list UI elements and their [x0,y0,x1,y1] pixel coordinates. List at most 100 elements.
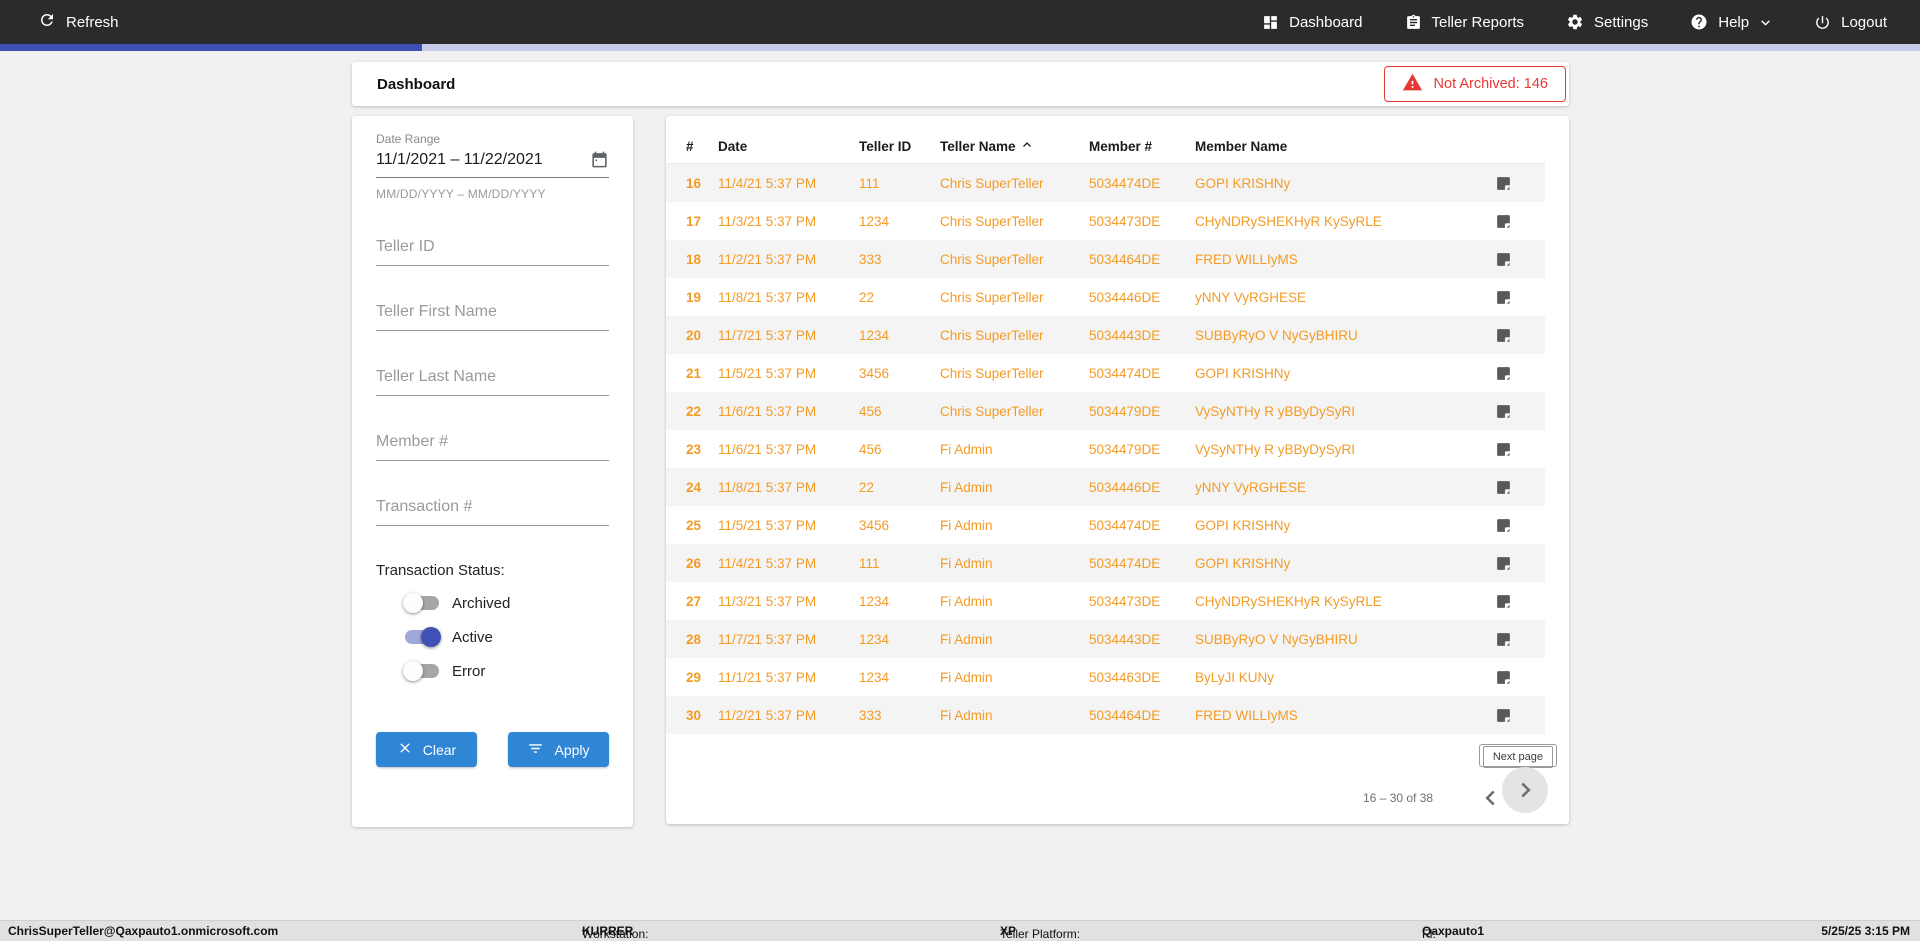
error-toggle-label: Error [452,662,486,680]
table-row[interactable]: 20 11/7/21 5:37 PM 1234 Chris SuperTelle… [666,316,1545,354]
table-row[interactable]: 21 11/5/21 5:37 PM 3456 Chris SuperTelle… [666,354,1545,392]
date-range-label: Date Range [376,132,441,146]
close-icon [397,740,413,759]
note-icon[interactable] [1495,289,1512,306]
nav-teller-reports[interactable]: Teller Reports [1405,13,1525,31]
teller-id-input[interactable] [376,238,609,266]
table-row[interactable]: 24 11/8/21 5:37 PM 22 Fi Admin 5034446DE… [666,468,1545,506]
table-header-row: # Date Teller ID Teller Name Member # Me… [666,129,1545,164]
loading-progress-fill [0,44,422,51]
clear-button[interactable]: Clear [376,732,477,767]
column-header-teller-name[interactable]: Teller Name [940,139,1089,154]
gear-icon [1566,13,1584,31]
clear-button-label: Clear [422,741,457,758]
current-datetime: 5/25/25 3:15 PM [1821,924,1910,938]
column-header-num[interactable]: # [686,139,718,154]
table-row[interactable]: 23 11/6/21 5:37 PM 456 Fi Admin 5034479D… [666,430,1545,468]
teller-last-name-input[interactable] [376,368,609,396]
next-page-chevron[interactable] [1502,767,1548,813]
column-header-date[interactable]: Date [718,139,859,154]
filter-panel: Date Range MM/DD/YYYY – MM/DD/YYYY Trans… [352,116,633,827]
note-icon[interactable] [1495,327,1512,344]
column-header-member-name[interactable]: Member Name [1195,139,1488,154]
nav-help[interactable]: Help [1690,13,1772,31]
nav-settings[interactable]: Settings [1566,13,1648,31]
next-page-button[interactable]: Next page [1478,744,1557,768]
transaction-status-label: Transaction Status: [376,562,505,579]
note-icon[interactable] [1495,251,1512,268]
note-icon[interactable] [1495,175,1512,192]
archived-toggle-label: Archived [452,594,511,612]
apply-button[interactable]: Apply [508,732,609,767]
not-archived-label: Not Archived: 146 [1433,76,1548,92]
date-range-helper: MM/DD/YYYY – MM/DD/YYYY [376,187,546,201]
refresh-label: Refresh [66,13,119,31]
table-row[interactable]: 25 11/5/21 5:37 PM 3456 Fi Admin 5034474… [666,506,1545,544]
table-row[interactable]: 17 11/3/21 5:37 PM 1234 Chris SuperTelle… [666,202,1545,240]
table-body: 16 11/4/21 5:37 PM 111 Chris SuperTeller… [666,164,1569,734]
table-row[interactable]: 29 11/1/21 5:37 PM 1234 Fi Admin 5034463… [666,658,1545,696]
teller-first-name-input[interactable] [376,303,609,331]
top-nav-items: Dashboard Teller Reports Settings Help L… [1262,13,1887,31]
column-header-member-num[interactable]: Member # [1089,139,1195,154]
archived-toggle-row: Archived [403,593,609,613]
filter-icon [527,740,544,760]
apply-button-label: Apply [554,741,590,758]
page-title: Dashboard [377,75,456,93]
logged-in-user: ChrisSuperTeller@Qaxpauto1.onmicrosoft.c… [8,924,279,938]
table-row[interactable]: 30 11/2/21 5:37 PM 333 Fi Admin 5034464D… [666,696,1545,734]
active-toggle[interactable] [405,627,441,647]
calendar-icon[interactable] [590,150,609,170]
table-row[interactable]: 27 11/3/21 5:37 PM 1234 Fi Admin 5034473… [666,582,1545,620]
note-icon[interactable] [1495,707,1512,724]
note-icon[interactable] [1495,631,1512,648]
member-number-input[interactable] [376,433,609,461]
note-icon[interactable] [1495,213,1512,230]
nav-settings-label: Settings [1594,13,1649,31]
note-icon[interactable] [1495,593,1512,610]
note-icon[interactable] [1495,555,1512,572]
next-page-button-label: Next page [1482,746,1553,768]
table-row[interactable]: 18 11/2/21 5:37 PM 333 Chris SuperTeller… [666,240,1545,278]
transactions-table-card: # Date Teller ID Teller Name Member # Me… [666,116,1569,824]
help-icon [1690,13,1708,31]
table-row[interactable]: 22 11/6/21 5:37 PM 456 Chris SuperTeller… [666,392,1545,430]
table-row[interactable]: 16 11/4/21 5:37 PM 111 Chris SuperTeller… [666,164,1545,202]
note-icon[interactable] [1495,441,1512,458]
clipboard-icon [1405,14,1422,31]
pagination-bar: 16 – 30 of 38 [666,767,1569,827]
nav-logout[interactable]: Logout [1814,14,1887,31]
refresh-button[interactable]: Refresh [38,11,119,33]
workstation-info: Workstation: KURRER [582,924,649,941]
nav-dashboard[interactable]: Dashboard [1262,14,1363,31]
error-toggle-row: Error [403,661,609,681]
warning-triangle-icon [1402,72,1423,97]
archived-toggle[interactable] [403,593,439,613]
loading-progress-bar [0,44,1920,51]
table-row[interactable]: 19 11/8/21 5:37 PM 22 Chris SuperTeller … [666,278,1545,316]
pagination-range: 16 – 30 of 38 [1363,791,1434,805]
note-icon[interactable] [1495,479,1512,496]
nav-teller-reports-label: Teller Reports [1431,13,1525,31]
table-row[interactable]: 26 11/4/21 5:37 PM 111 Fi Admin 5034474D… [666,544,1545,582]
date-range-input[interactable] [376,151,590,169]
transaction-number-input[interactable] [376,498,609,526]
status-bar: ChrisSuperTeller@Qaxpauto1.onmicrosoft.c… [0,920,1920,941]
note-icon[interactable] [1495,365,1512,382]
page-header-card: Dashboard Not Archived: 146 [352,62,1569,106]
top-navigation-bar: Refresh Dashboard Teller Reports Setting… [0,0,1920,44]
sort-ascending-icon [1021,139,1033,154]
teller-platform-info: Teller Platform: XP [1000,924,1081,941]
power-icon [1814,14,1831,31]
fi-info: FI: Qaxpauto1 [1422,924,1485,941]
nav-help-label: Help [1718,13,1750,31]
column-header-teller-id[interactable]: Teller ID [859,139,940,154]
active-toggle-label: Active [452,628,493,646]
chevron-down-icon [1759,16,1772,29]
note-icon[interactable] [1495,669,1512,686]
note-icon[interactable] [1495,403,1512,420]
not-archived-badge[interactable]: Not Archived: 146 [1383,66,1566,102]
note-icon[interactable] [1495,517,1512,534]
table-row[interactable]: 28 11/7/21 5:37 PM 1234 Fi Admin 5034443… [666,620,1545,658]
error-toggle[interactable] [403,661,439,681]
